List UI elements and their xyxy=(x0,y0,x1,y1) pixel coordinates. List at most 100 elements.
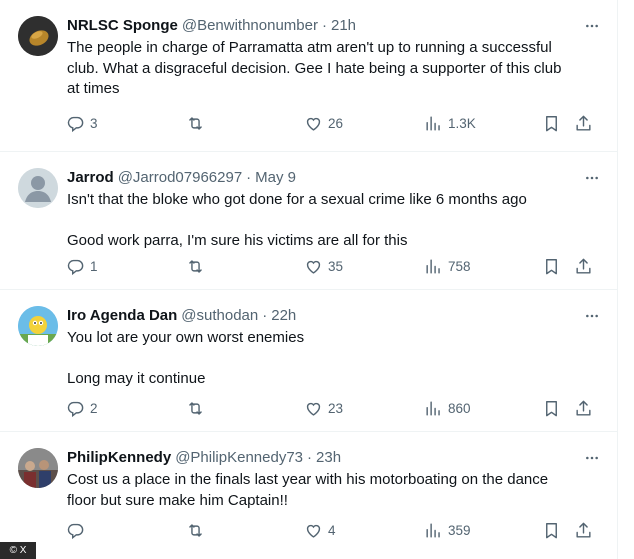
bookmark-button[interactable] xyxy=(542,111,561,135)
tweet-item[interactable]: NRLSC Sponge @Benwithnonumber · 21h The peo… xyxy=(0,0,618,152)
tweet-text-line: at times xyxy=(67,80,120,97)
action-bar: 3 26 1.3K xyxy=(64,111,602,135)
bookmark-button[interactable] xyxy=(542,254,561,278)
like-button[interactable]: 23 xyxy=(304,396,343,420)
tweet-text-line: You lot are your own worst enemies xyxy=(67,329,305,346)
tweet-text: You lot are your own worst enemies Long … xyxy=(67,328,597,389)
action-bar: 2 23 860 xyxy=(64,396,602,420)
tweet-text-line: The people in charge of Parramatta atm a… xyxy=(67,39,552,56)
share-icon xyxy=(574,257,593,276)
retweet-icon xyxy=(186,257,205,276)
separator-dot: · xyxy=(321,17,327,34)
views-icon xyxy=(424,114,443,133)
like-button[interactable]: 26 xyxy=(304,111,343,135)
tweet-text-line: floor but sure make him Captain!! xyxy=(67,491,288,509)
reply-icon xyxy=(66,399,85,418)
reply-button[interactable]: 3 xyxy=(66,111,98,135)
avatar[interactable] xyxy=(18,448,58,488)
retweet-button[interactable] xyxy=(186,254,210,278)
retweet-icon xyxy=(186,399,205,418)
share-icon xyxy=(574,399,593,418)
views-button[interactable]: 860 xyxy=(424,396,471,420)
tweet-text-line: Isn't that the bloke who got done for a … xyxy=(67,191,527,208)
reply-button[interactable]: 2 xyxy=(66,396,98,420)
bookmark-icon xyxy=(542,114,561,133)
like-count: 26 xyxy=(328,115,344,131)
avatar[interactable] xyxy=(18,16,58,56)
action-bar: 4 359 xyxy=(64,518,602,542)
views-button[interactable]: 359 xyxy=(424,518,471,542)
tweet-text-line: Long may it continue xyxy=(67,369,206,387)
tweet-header: Jarrod @Jarrod07966297 · May 9 xyxy=(67,168,578,188)
action-bar: 1 35 758 xyxy=(64,254,602,278)
like-button[interactable]: 35 xyxy=(304,254,343,278)
like-icon xyxy=(304,521,323,540)
like-icon xyxy=(304,257,323,276)
tweet-header: NRLSC Sponge @Benwithnonumber · 21h xyxy=(67,16,578,36)
reply-button[interactable] xyxy=(66,518,90,542)
like-count: 35 xyxy=(328,258,344,274)
reply-icon xyxy=(66,114,85,133)
avatar[interactable] xyxy=(18,168,58,208)
reply-button[interactable]: 1 xyxy=(66,254,98,278)
bookmark-icon xyxy=(542,521,561,540)
user-handle[interactable]: @Jarrod07966297 xyxy=(118,169,242,186)
timestamp[interactable]: 23h xyxy=(316,449,341,466)
separator-dot: · xyxy=(262,307,268,324)
tweet-header: Iro Agenda Dan @suthodan · 22h xyxy=(67,306,578,326)
display-name[interactable]: NRLSC Sponge xyxy=(67,17,178,34)
user-handle[interactable]: @suthodan xyxy=(181,307,258,324)
views-button[interactable]: 1.3K xyxy=(424,111,476,135)
more-icon[interactable] xyxy=(582,18,602,34)
user-handle[interactable]: @Benwithnonumber xyxy=(182,17,318,34)
retweet-icon xyxy=(186,521,205,540)
more-icon[interactable] xyxy=(582,450,602,466)
retweet-icon xyxy=(186,114,205,133)
share-button[interactable] xyxy=(574,111,593,135)
share-button[interactable] xyxy=(574,518,593,542)
like-icon xyxy=(304,399,323,418)
reply-feed: NRLSC Sponge @Benwithnonumber · 21h The peo… xyxy=(0,0,618,559)
bookmark-icon xyxy=(542,257,561,276)
share-button[interactable] xyxy=(574,396,593,420)
more-icon[interactable] xyxy=(582,308,602,324)
retweet-button[interactable] xyxy=(186,111,210,135)
user-handle[interactable]: @PhilipKennedy73 xyxy=(175,449,303,466)
bookmark-icon xyxy=(542,399,561,418)
avatar[interactable] xyxy=(18,306,58,346)
timestamp[interactable]: May 9 xyxy=(255,169,296,186)
views-button[interactable]: 758 xyxy=(424,254,471,278)
views-icon xyxy=(424,399,443,418)
tweet-header: PhilipKennedy @PhilipKennedy73 · 23h xyxy=(67,448,578,468)
tweet-text-line: Cost us a place in the finals last year … xyxy=(67,471,549,488)
retweet-button[interactable] xyxy=(186,396,210,420)
timestamp[interactable]: 22h xyxy=(271,307,296,324)
tweet-item[interactable]: Jarrod @Jarrod07966297 · May 9 Isn't that t… xyxy=(0,152,618,290)
retweet-button[interactable] xyxy=(186,518,210,542)
tweet-text: Cost us a place in the finals last year … xyxy=(67,470,597,511)
timestamp[interactable]: 21h xyxy=(331,17,356,34)
views-count: 1.3K xyxy=(448,115,476,131)
tweet-item[interactable]: PhilipKennedy @PhilipKennedy73 · 23h Cost u… xyxy=(0,432,618,559)
views-count: 758 xyxy=(448,258,471,274)
views-icon xyxy=(424,521,443,540)
display-name[interactable]: Jarrod xyxy=(67,169,114,186)
like-count: 4 xyxy=(328,522,336,538)
more-icon[interactable] xyxy=(582,170,602,186)
reply-icon xyxy=(66,521,85,540)
tweet-text-line: Good work parra, I'm sure his victims ar… xyxy=(67,231,408,249)
separator-dot: · xyxy=(307,449,313,466)
reply-count: 3 xyxy=(90,115,98,131)
display-name[interactable]: PhilipKennedy xyxy=(67,449,171,466)
bookmark-button[interactable] xyxy=(542,518,561,542)
tweet-item[interactable]: Iro Agenda Dan @suthodan · 22h You lot are … xyxy=(0,290,618,432)
like-icon xyxy=(304,114,323,133)
share-button[interactable] xyxy=(574,254,593,278)
like-button[interactable]: 4 xyxy=(304,518,336,542)
views-icon xyxy=(424,257,443,276)
tweet-text: The people in charge of Parramatta atm a… xyxy=(67,38,597,100)
display-name[interactable]: Iro Agenda Dan xyxy=(67,307,177,324)
views-count: 860 xyxy=(448,400,471,416)
separator-dot: · xyxy=(246,169,252,186)
bookmark-button[interactable] xyxy=(542,396,561,420)
